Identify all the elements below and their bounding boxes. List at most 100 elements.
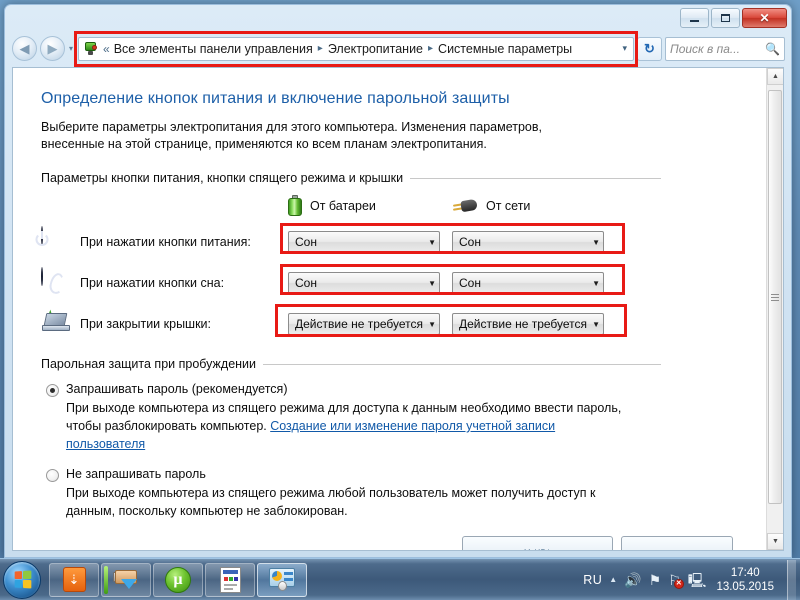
content-pane: Определение кнопок питания и включение п… [12, 67, 784, 551]
page-subtitle: Выберите параметры электропитания для эт… [41, 120, 542, 151]
forward-arrow-icon: ▶ [47, 41, 58, 56]
cancel-button[interactable] [621, 536, 733, 550]
scroll-down-button[interactable]: ▼ [767, 533, 783, 550]
search-input[interactable]: Поиск в па... [670, 42, 765, 56]
start-button[interactable] [3, 560, 41, 599]
setting-label-lid-close: При закрытии крышки: [80, 317, 211, 331]
power-button-icon [41, 226, 71, 257]
taskbar-item-download-manager[interactable]: ⇣ [49, 562, 99, 597]
group-rule [410, 177, 661, 179]
radio-require-password[interactable] [46, 384, 59, 397]
back-button[interactable]: ◀ [12, 36, 37, 61]
scrollbar-grip-icon [771, 293, 779, 301]
breadcrumb-item-1[interactable]: Электропитание [328, 42, 423, 56]
address-bar-row: ◀ ▶ ▾ « Все элементы панели управления ▸… [5, 30, 791, 67]
radio-row-no-password[interactable]: Не запрашивать пароль [41, 467, 766, 482]
chevron-down-icon: ▼ [428, 319, 436, 329]
chevron-down-icon: ▼ [592, 237, 600, 247]
breadcrumb-item-0[interactable]: Все элементы панели управления [114, 42, 313, 56]
show-hidden-icons-button[interactable]: ▲ [609, 575, 617, 584]
control-panel-window: ✕ ◀ ▶ ▾ « Все элементы панели управления… [4, 4, 792, 558]
column-label-battery: От батареи [310, 198, 376, 213]
refresh-button[interactable]: ↻ [637, 36, 662, 61]
dropdown-power-button-plugged[interactable]: Сон ▼ [452, 231, 604, 253]
show-desktop-button[interactable] [787, 559, 796, 600]
battery-icon [288, 195, 302, 216]
forward-button[interactable]: ▶ [40, 36, 65, 61]
column-header-battery: От батареи [288, 195, 452, 216]
description-require-password: При выходе компьютера из спящего режима … [66, 399, 626, 453]
error-badge-icon: ✕ [673, 578, 684, 589]
dropdown-value: Сон [459, 235, 481, 249]
dropdown-lid-close-plugged[interactable]: Действие не требуется ▼ [452, 313, 604, 335]
clock-date: 13.05.2015 [716, 580, 774, 593]
power-plug-icon [452, 198, 478, 214]
setting-row-lid-close: ➤ При закрытии крышки: Действие не требу… [39, 304, 766, 339]
download-manager-icon: ⇣ [62, 567, 86, 592]
breadcrumb-item-2[interactable]: Системные параметры [438, 42, 572, 56]
chevron-down-icon: ▼ [428, 278, 436, 288]
column-label-plugged: От сети [486, 198, 531, 213]
dropdown-power-button-battery[interactable]: Сон ▼ [288, 231, 440, 253]
taskbar-item-document[interactable] [205, 562, 255, 597]
address-bar-wrapper: « Все элементы панели управления ▸ Элект… [74, 30, 638, 67]
taskbar: ⇣ µ RU ▲ 🔊 ⚑ ⚐✕ 🖳 17:40 13.05.2015 [0, 558, 800, 600]
breadcrumb-separator-icon[interactable]: ▸ [317, 43, 324, 54]
dropdown-sleep-button-plugged[interactable]: Сон ▼ [452, 272, 604, 294]
group-label-password: Парольная защита при пробуждении [41, 357, 257, 371]
recent-pages-caret-icon[interactable]: ▾ [69, 44, 73, 53]
control-panel-window-icon [268, 567, 296, 592]
windows-logo-icon [14, 570, 31, 589]
dropdown-lid-close-battery[interactable]: Действие не требуется ▼ [288, 313, 440, 335]
group-header-power: Параметры кнопки питания, кнопки спящего… [41, 171, 661, 185]
system-tray: RU ▲ 🔊 ⚑ ⚐✕ 🖳 17:40 13.05.2015 [583, 559, 800, 600]
setting-row-sleep-button: При нажатии кнопки сна: Сон ▼ Сон ▼ [41, 264, 766, 298]
column-header-plugged: От сети [452, 195, 616, 216]
language-indicator[interactable]: RU [583, 573, 602, 587]
taskbar-item-folder-download[interactable] [101, 562, 151, 597]
scroll-up-icon: ▲ [772, 73, 779, 80]
maximize-button[interactable] [711, 8, 740, 28]
clock-time: 17:40 [730, 566, 760, 579]
dropdown-value: Действие не требуется [295, 317, 424, 331]
close-button[interactable]: ✕ [742, 8, 787, 28]
radio-label-require-password: Запрашивать пароль (рекомендуется) [66, 382, 288, 396]
document-icon [219, 566, 241, 593]
utorrent-icon: µ [165, 566, 191, 593]
address-dropdown-icon[interactable]: ▾ [622, 43, 629, 54]
folder-download-icon [112, 568, 140, 592]
group-label-power: Параметры кнопки питания, кнопки спящего… [41, 171, 404, 185]
dropdown-value: Действие не требуется [459, 317, 588, 331]
scrollbar-thumb[interactable] [768, 90, 782, 504]
breadcrumb-separator-icon[interactable]: ▸ [427, 43, 434, 54]
description-no-password: При выходе компьютера из спящего режима … [66, 486, 596, 518]
network-error-icon[interactable]: ⚐✕ [668, 573, 684, 589]
setting-label-sleep-button: При нажатии кнопки сна: [80, 276, 225, 290]
dropdown-sleep-button-battery[interactable]: Сон ▼ [288, 272, 440, 294]
minimize-button[interactable] [680, 8, 709, 28]
flag-icon[interactable]: ⚑ [649, 573, 662, 587]
radio-row-require-password[interactable]: Запрашивать пароль (рекомендуется) [41, 382, 766, 397]
bottom-button-strip: 11 KB/c [13, 536, 766, 550]
group-header-password: Парольная защита при пробуждении [41, 357, 661, 371]
scroll-up-button[interactable]: ▲ [767, 68, 783, 85]
breadcrumb-overflow-icon[interactable]: « [103, 42, 110, 56]
breadcrumb-address-bar[interactable]: « Все элементы панели управления ▸ Элект… [78, 36, 634, 61]
device-icon[interactable]: 🖳 [688, 573, 707, 587]
setting-row-power-button: При нажатии кнопки питания: Сон ▼ Сон ▼ [41, 223, 766, 257]
clock[interactable]: 17:40 13.05.2015 [713, 566, 778, 594]
window-controls: ✕ [680, 8, 787, 28]
close-icon: ✕ [759, 11, 770, 25]
sleep-button-icon [41, 267, 71, 298]
vertical-scrollbar[interactable]: ▲ ▼ [766, 68, 783, 550]
volume-icon[interactable]: 🔊 [624, 573, 641, 587]
dropdown-value: Сон [459, 276, 481, 290]
control-panel-icon [83, 41, 99, 56]
dropdown-value: Сон [295, 235, 317, 249]
taskbar-app-buttons: ⇣ µ [49, 562, 307, 597]
taskbar-item-utorrent[interactable]: µ [153, 562, 203, 597]
taskbar-item-control-panel[interactable] [257, 562, 307, 597]
search-box[interactable]: Поиск в па... 🔍 [665, 36, 785, 61]
title-bar[interactable]: ✕ [5, 5, 791, 32]
radio-no-password[interactable] [46, 469, 59, 482]
